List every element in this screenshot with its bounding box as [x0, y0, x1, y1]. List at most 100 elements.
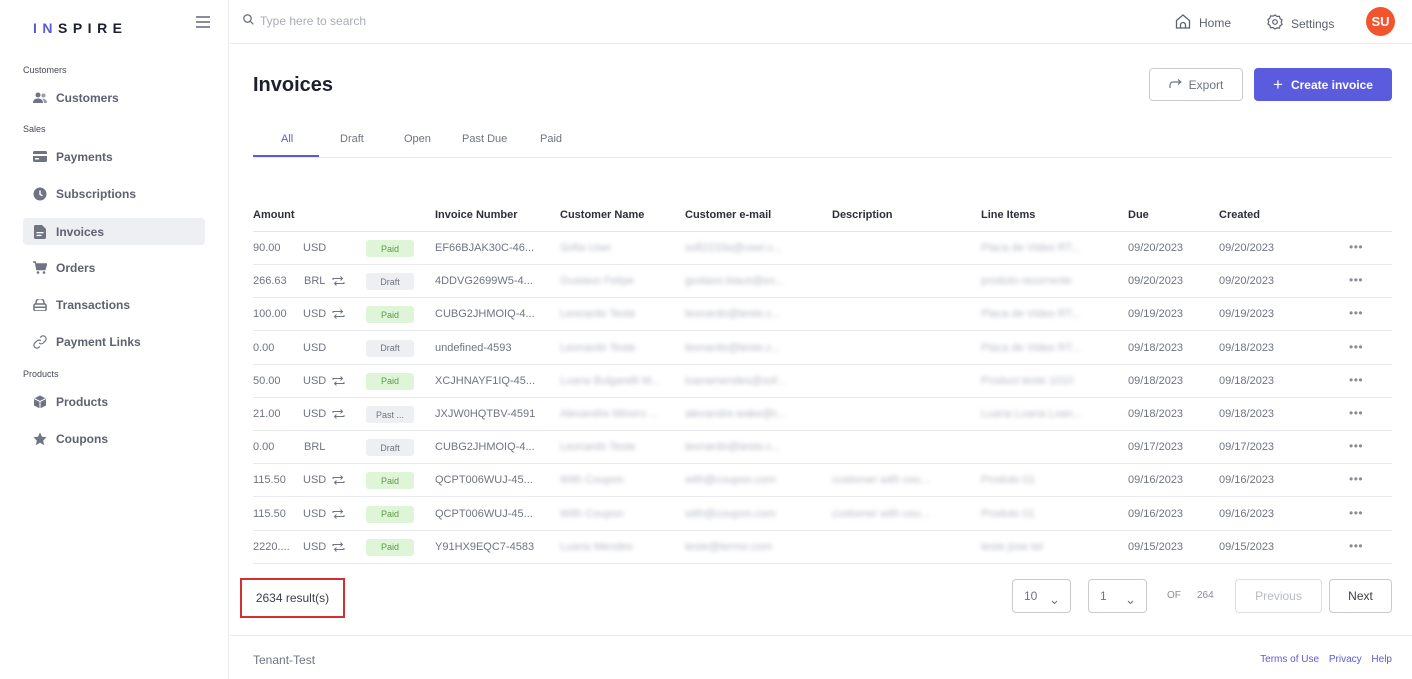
recurring-icon [332, 375, 345, 387]
row-actions-icon[interactable]: ••• [1349, 439, 1363, 453]
row-actions-icon[interactable]: ••• [1349, 539, 1363, 553]
sidebar-item-payments[interactable]: Payments [23, 143, 205, 170]
help-link[interactable]: Help [1371, 654, 1392, 665]
avatar[interactable]: SU [1366, 7, 1395, 36]
column-header-line-items[interactable]: Line Items [981, 209, 1035, 221]
table-row[interactable]: 0.00 USD Draft undefined-4593 Leonardo Teste… [253, 332, 1392, 365]
invoice-number-cell[interactable]: XCJHNAYF1IQ-45... [435, 375, 535, 387]
column-header-amount[interactable]: Amount [253, 209, 295, 221]
next-button[interactable]: Next [1329, 579, 1392, 613]
created-date-cell: 09/20/2023 [1219, 275, 1275, 288]
row-actions-icon[interactable]: ••• [1349, 373, 1363, 387]
clock-icon [33, 187, 47, 201]
amount-cell: 21.00 [253, 408, 281, 420]
description-cell: customer with cou... [832, 507, 930, 520]
column-header-customer-name[interactable]: Customer Name [560, 209, 644, 221]
table-row[interactable]: 115.50 USD Paid QCPT006WUJ-45... With Coupon… [253, 498, 1392, 531]
due-date-cell: 09/20/2023 [1128, 242, 1184, 254]
row-actions-icon[interactable]: ••• [1349, 340, 1363, 354]
page-size-value: 10 [1024, 589, 1038, 603]
row-actions-icon[interactable]: ••• [1349, 273, 1363, 287]
sidebar-item-invoices[interactable]: Invoices [23, 218, 205, 245]
sidebar-item-subscriptions[interactable]: Subscriptions [23, 180, 205, 207]
invoice-number-cell[interactable]: EF66BJAK30C-46... [435, 242, 534, 254]
link-icon [33, 334, 47, 349]
invoice-number-cell[interactable]: CUBG2JHMOIQ-4... [435, 308, 535, 320]
invoice-number-cell[interactable]: QCPT006WUJ-45... [435, 474, 533, 486]
invoice-number-cell[interactable]: JXJW0HQTBV-4591 [435, 408, 535, 420]
previous-button[interactable]: Previous [1235, 579, 1322, 613]
table-row[interactable]: 21.00 USD Past ... JXJW0HQTBV-4591 Alexandre… [253, 398, 1392, 431]
invoice-number-cell[interactable]: 4DDVG2699W5-4... [435, 275, 533, 287]
customer-email-cell: leonardo@teste.c... [685, 441, 781, 454]
column-header-customer-email[interactable]: Customer e-mail [685, 209, 771, 221]
sidebar-item-products[interactable]: Products [23, 388, 205, 415]
table-row[interactable]: 0.00 BRL Draft CUBG2JHMOIQ-4... Leonardo Tes… [253, 431, 1392, 465]
table-row[interactable]: 50.00 USD Paid XCJHNAYF1IQ-45... Luana Bulga… [253, 365, 1392, 398]
terms-link[interactable]: Terms of Use [1260, 654, 1319, 665]
line-items-cell: Placa de Video RT... [981, 308, 1081, 321]
invoice-number-cell[interactable]: Y91HX9EQC7-4583 [435, 541, 534, 553]
status-badge: Paid [366, 472, 414, 490]
customer-email-cell: gustavo.klaus@ex... [685, 275, 785, 288]
page-size-select[interactable]: 10 [1012, 579, 1071, 613]
sidebar-item-payment-links[interactable]: Payment Links [23, 328, 205, 355]
brand-logo[interactable]: INSPIRE [33, 20, 128, 36]
due-date-cell: 09/19/2023 [1128, 308, 1184, 321]
customer-name-cell: Luana Mendes [560, 540, 633, 553]
tab-past-due[interactable]: Past Due [462, 133, 507, 145]
table-row[interactable]: 266.63 BRL Draft 4DDVG2699W5-4... Gustavo Fe… [253, 265, 1392, 299]
row-actions-icon[interactable]: ••• [1349, 506, 1363, 520]
customer-name-cell: With Coupon [560, 474, 624, 487]
search-input[interactable] [260, 14, 560, 28]
table-header: Amount Invoice Number Customer Name Cust… [253, 199, 1392, 232]
customer-name-cell: Leonardo Teste [560, 341, 636, 354]
privacy-link[interactable]: Privacy [1329, 654, 1362, 665]
table-row[interactable]: 90.00 USD Paid EF66BJAK30C-46... Sofia User s… [253, 232, 1392, 265]
settings-link[interactable]: Settings [1267, 14, 1334, 33]
column-header-invoice-number[interactable]: Invoice Number [435, 209, 518, 221]
status-badge: Paid [366, 306, 414, 324]
row-actions-icon[interactable]: ••• [1349, 406, 1363, 420]
tab-paid[interactable]: Paid [540, 133, 562, 145]
sidebar-item-transactions[interactable]: Transactions [23, 291, 205, 318]
status-badge: Paid [366, 505, 414, 523]
export-button[interactable]: Export [1149, 68, 1243, 101]
customer-email-cell: leonardo@teste.c... [685, 341, 781, 354]
table-row[interactable]: 2220.... USD Paid Y91HX9EQC7-4583 Luana Mend… [253, 531, 1392, 564]
table-row[interactable]: 115.50 USD Paid QCPT006WUJ-45... With Coupon… [253, 464, 1392, 498]
page-number-select[interactable]: 1 [1088, 579, 1147, 613]
home-link[interactable]: Home [1175, 14, 1231, 32]
tab-draft[interactable]: Draft [340, 133, 364, 145]
row-actions-icon[interactable]: ••• [1349, 472, 1363, 486]
tab-all[interactable]: All [281, 133, 293, 145]
chevron-down-icon [1127, 594, 1134, 608]
table-row[interactable]: 100.00 USD Paid CUBG2JHMOIQ-4... Leonardo Te… [253, 298, 1392, 332]
invoice-number-cell[interactable]: QCPT006WUJ-45... [435, 508, 533, 520]
customer-email-cell: sofi2233a@user.c... [685, 242, 783, 254]
invoice-number-cell[interactable]: CUBG2JHMOIQ-4... [435, 441, 535, 453]
export-icon [1169, 78, 1189, 92]
created-date-cell: 09/16/2023 [1219, 474, 1275, 487]
invoice-number-cell[interactable]: undefined-4593 [435, 342, 511, 354]
column-header-description[interactable]: Description [832, 209, 893, 221]
row-actions-icon[interactable]: ••• [1349, 306, 1363, 320]
description-cell: customer with cou... [832, 474, 930, 487]
currency-cell: USD [303, 507, 327, 520]
currency-cell: USD [303, 308, 327, 321]
tab-open[interactable]: Open [404, 133, 431, 145]
row-actions-icon[interactable]: ••• [1349, 240, 1363, 254]
sidebar-item-orders[interactable]: Orders [23, 254, 205, 281]
created-date-cell: 09/18/2023 [1219, 374, 1275, 387]
column-header-due[interactable]: Due [1128, 209, 1149, 221]
column-header-created[interactable]: Created [1219, 209, 1260, 221]
settings-label: Settings [1291, 16, 1335, 31]
menu-toggle-icon[interactable] [196, 16, 210, 30]
sidebar-item-customers[interactable]: Customers [23, 84, 205, 111]
create-invoice-button[interactable]: + Create invoice [1254, 68, 1392, 101]
customer-name-cell: Leonardo Teste [560, 308, 636, 321]
wallet-icon [33, 298, 47, 312]
sidebar: INSPIRE Customers Customers Sales Paymen… [0, 0, 229, 679]
sidebar-item-coupons[interactable]: Coupons [23, 425, 205, 452]
status-badge: Past ... [366, 406, 414, 423]
